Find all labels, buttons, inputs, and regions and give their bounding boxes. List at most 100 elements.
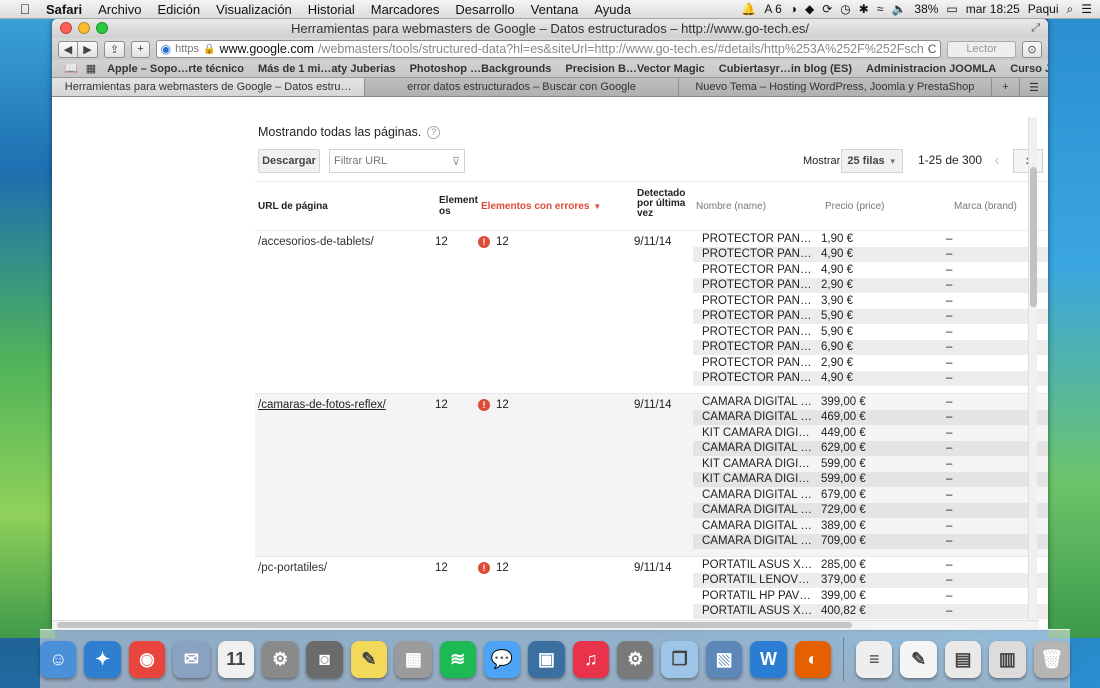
list-item[interactable]: PROTECTOR PANTA…6,90 €–– bbox=[693, 339, 1048, 355]
messages-icon[interactable]: 💬 bbox=[483, 640, 521, 678]
list-item[interactable]: PROTECTOR PANTA…2,90 €–– bbox=[693, 277, 1048, 293]
list-item[interactable]: PORTATIL LENOVO …379,00 €–– bbox=[693, 572, 1048, 588]
list-item[interactable]: CAMARA DIGITAL R…679,00 €–– bbox=[693, 487, 1048, 503]
notification-count[interactable]: A 6 bbox=[764, 2, 781, 16]
horizontal-scrollbar[interactable] bbox=[52, 620, 1039, 629]
menu-desarrollo[interactable]: Desarrollo bbox=[447, 2, 522, 17]
list-item[interactable]: PROTECTOR PANTA…5,90 €–– bbox=[693, 308, 1048, 324]
apple-menu-icon[interactable]:  bbox=[12, 1, 38, 17]
list-item[interactable]: PORTATIL HP PAVILI…399,00 €–– bbox=[693, 588, 1048, 604]
spotify-icon[interactable]: ≋ bbox=[439, 640, 476, 678]
spotlight-icon[interactable]: ⌕ bbox=[1067, 2, 1074, 17]
table-row[interactable]: /pc-portatiles/12! 12 9/11/14 PORTATIL ASUS… bbox=[255, 557, 1048, 629]
reading-list-icon[interactable]: 📖 bbox=[60, 62, 82, 75]
finder-icon[interactable]: ☺ bbox=[40, 640, 77, 678]
page-url-link[interactable]: /accesorios-de-tablets/ bbox=[258, 236, 374, 248]
zoom-window-button[interactable] bbox=[96, 22, 108, 34]
vertical-scroll-thumb[interactable] bbox=[1030, 167, 1037, 307]
address-bar[interactable]: ◉ https 🔒 www.google.com /webmasters/too… bbox=[155, 40, 942, 58]
downloads-button[interactable]: ⊙ bbox=[1022, 40, 1042, 58]
tab-google-search[interactable]: error datos estructurados – Buscar con G… bbox=[365, 78, 679, 96]
bookmark-item[interactable]: Photoshop …Backgrounds bbox=[403, 63, 559, 75]
bookmark-item[interactable]: Curso JOOMLA bbox=[1003, 63, 1048, 75]
firefox-icon[interactable]: ◐ bbox=[794, 640, 832, 678]
list-item[interactable]: KIT CAMARA DIGITA…599,00 €–– bbox=[693, 471, 1048, 487]
volume-icon[interactable]: 🔈 bbox=[891, 2, 906, 16]
tab-webmaster-tools[interactable]: Herramientas para webmasters de Google –… bbox=[52, 78, 366, 96]
list-item[interactable]: PORTATIL ASUS X55…400,82 €–– bbox=[693, 603, 1048, 619]
wifi-icon[interactable]: ≈ bbox=[877, 2, 884, 16]
add-bookmark-button[interactable]: + bbox=[131, 40, 150, 58]
tab-nuevo-tema[interactable]: Nuevo Tema – Hosting WordPress, Joomla y… bbox=[678, 78, 992, 96]
download-button[interactable]: Descargar bbox=[258, 149, 320, 173]
sync-icon[interactable]: ⟳ bbox=[822, 2, 832, 16]
stickies-icon[interactable]: ✎ bbox=[350, 640, 388, 678]
bookmark-item[interactable]: Apple – Sopo…rte técnico bbox=[100, 63, 251, 75]
list-item[interactable]: PROTECTOR PANTA…1,90 €–– bbox=[693, 231, 1048, 247]
reload-icon[interactable]: C bbox=[928, 42, 937, 56]
column-price[interactable]: Precio (price) bbox=[825, 201, 884, 212]
list-item[interactable]: KIT CAMARA DIGITA…449,00 €–– bbox=[693, 425, 1048, 441]
list-item[interactable]: CAMARA DIGITAL R…399,00 €–– bbox=[693, 394, 1048, 410]
table-row[interactable]: /accesorios-de-tablets/12! 12 9/11/14 PROTE… bbox=[255, 231, 1048, 394]
evernote-icon[interactable]: ◑ bbox=[790, 2, 797, 16]
clock[interactable]: mar 18:25 bbox=[966, 2, 1020, 16]
calculator-icon[interactable]: ▦ bbox=[395, 640, 432, 678]
close-window-button[interactable] bbox=[60, 22, 72, 34]
list-item[interactable]: PROTECTOR PANTA…4,90 €–– bbox=[693, 370, 1048, 386]
list-item[interactable]: CAMARA DIGITAL R…389,00 €–– bbox=[693, 518, 1048, 534]
list-item[interactable]: KIT CAMARA DIGITA…599,00 €–– bbox=[693, 456, 1048, 472]
calendar-icon[interactable]: 11 bbox=[217, 640, 254, 678]
menu-visualizacion[interactable]: Visualización bbox=[208, 2, 300, 17]
vmware-icon[interactable]: ▧ bbox=[705, 640, 743, 678]
list-item[interactable]: PROTECTOR PANTA…5,90 €–– bbox=[693, 324, 1048, 340]
camera-icon[interactable]: ◙ bbox=[306, 640, 343, 678]
system-prefs-icon[interactable]: ⚙ bbox=[261, 640, 299, 678]
stacks-icon[interactable]: ▥ bbox=[989, 640, 1026, 678]
column-elements[interactable]: Element os bbox=[439, 195, 479, 217]
menu-archivo[interactable]: Archivo bbox=[90, 2, 149, 17]
list-item[interactable]: PROTECTOR PANTA…3,90 €–– bbox=[693, 293, 1048, 309]
table-row[interactable]: /camaras-de-fotos-reflex/12! 12 9/11/14 CAM… bbox=[255, 394, 1048, 557]
forward-button[interactable]: ▶ bbox=[78, 40, 98, 58]
bookmark-item[interactable]: Precision B…Vector Magic bbox=[558, 63, 711, 75]
notification-center-icon[interactable]: ☰ bbox=[1081, 2, 1092, 16]
trash-icon[interactable]: 🗑 bbox=[1033, 640, 1070, 678]
filter-url-input[interactable] bbox=[334, 155, 444, 167]
reader-button[interactable]: Lector bbox=[947, 40, 1016, 58]
list-item[interactable]: PROTECTOR PANTA…2,90 €–– bbox=[693, 355, 1048, 371]
preview-icon[interactable]: ▤ bbox=[944, 640, 982, 678]
list-item[interactable]: PORTATIL ASUS X55…285,00 €–– bbox=[693, 557, 1048, 573]
bell-icon[interactable]: 🔔 bbox=[741, 2, 756, 16]
column-url[interactable]: URL de página bbox=[258, 201, 328, 212]
bookmark-item[interactable]: Administracion JOOMLA bbox=[859, 63, 1003, 75]
column-brand[interactable]: Marca (brand) bbox=[954, 201, 1017, 212]
user-name[interactable]: Paqui bbox=[1028, 2, 1059, 16]
menu-ayuda[interactable]: Ayuda bbox=[586, 2, 639, 17]
list-item[interactable]: CAMARA DIGITAL R…709,00 €–– bbox=[693, 533, 1048, 549]
back-button[interactable]: ◀ bbox=[58, 40, 78, 58]
dropbox-icon[interactable]: ◆ bbox=[805, 2, 814, 16]
column-name[interactable]: Nombre (name) bbox=[696, 201, 766, 212]
column-detected[interactable]: Detectado por última vez bbox=[637, 189, 692, 219]
list-item[interactable]: PROTECTOR PANTA…4,90 €–– bbox=[693, 246, 1048, 262]
list-item[interactable]: CAMARA DIGITAL R…469,00 €–– bbox=[693, 409, 1048, 425]
menu-historial[interactable]: Historial bbox=[300, 2, 363, 17]
rows-per-page-select[interactable]: 25 filas ▼ bbox=[841, 149, 903, 173]
menu-marcadores[interactable]: Marcadores bbox=[363, 2, 448, 17]
new-tab-button[interactable]: + bbox=[991, 78, 1020, 96]
tab-overview-icon[interactable]: ☰ bbox=[1019, 78, 1048, 96]
menu-ventana[interactable]: Ventana bbox=[523, 2, 587, 17]
menu-edicion[interactable]: Edición bbox=[150, 2, 209, 17]
filter-url-field[interactable]: ⊽ bbox=[329, 149, 465, 173]
top-sites-icon[interactable]: ▦ bbox=[82, 62, 100, 75]
virtualbox-icon[interactable]: ❒ bbox=[661, 640, 698, 678]
page-url-link[interactable]: /camaras-de-fotos-reflex/ bbox=[258, 399, 386, 411]
itunes-icon[interactable]: ♫ bbox=[572, 640, 610, 678]
list-item[interactable]: CAMARA DIGITAL R…729,00 €–– bbox=[693, 502, 1048, 518]
fullscreen-icon[interactable]: ⤢ bbox=[1031, 22, 1040, 35]
image-capture-icon[interactable]: ▣ bbox=[528, 640, 565, 678]
help-icon[interactable]: ? bbox=[427, 125, 441, 139]
bookmark-item[interactable]: Cubiertasyr…in blog (ES) bbox=[712, 63, 859, 75]
bluetooth-icon[interactable]: ✱ bbox=[859, 2, 869, 16]
